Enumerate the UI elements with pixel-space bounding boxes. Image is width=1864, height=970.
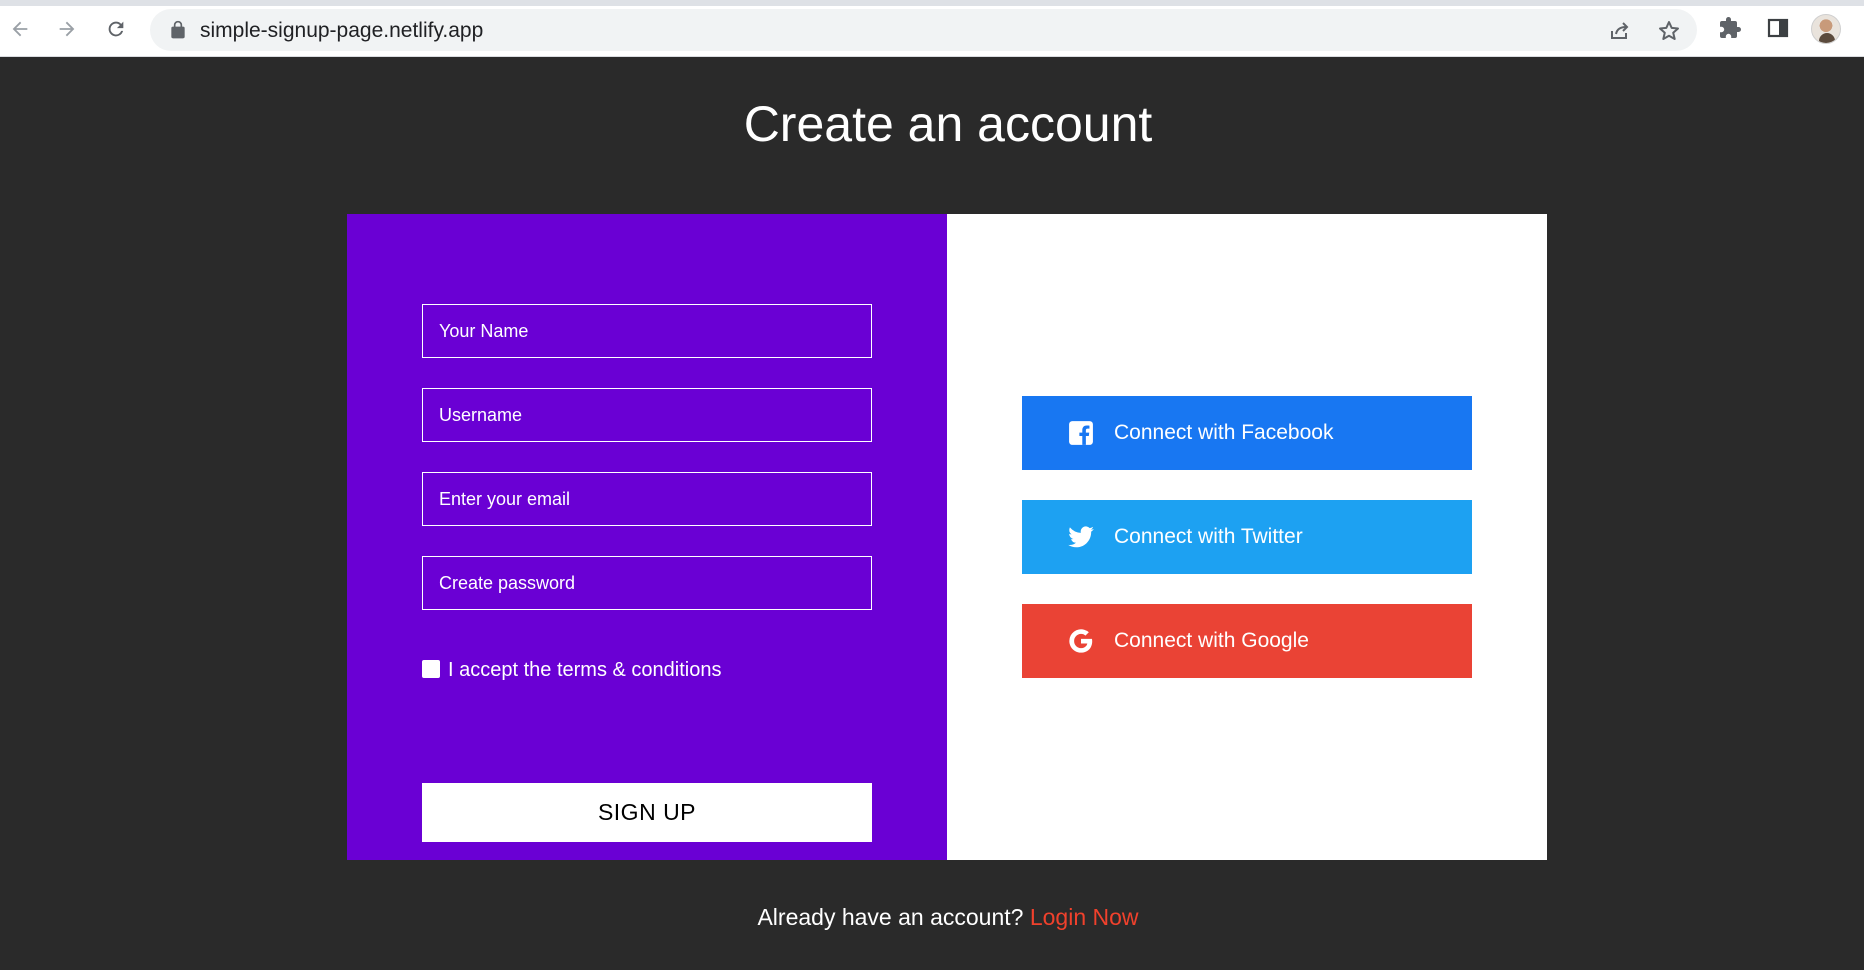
email-input[interactable] — [422, 472, 872, 526]
tab-strip-edge — [0, 0, 1864, 6]
terms-label[interactable]: I accept the terms & conditions — [448, 659, 721, 682]
side-panel-icon — [1767, 18, 1789, 38]
login-question: Already have an account? — [757, 904, 1024, 930]
puzzle-icon — [1720, 17, 1741, 38]
page-title: Create an account — [743, 96, 1153, 152]
bookmark-button[interactable] — [1656, 18, 1682, 44]
terms-checkbox[interactable] — [422, 659, 440, 678]
share-icon — [1611, 22, 1629, 39]
social-login-panel: Connect with Facebook Connect with Twitt… — [947, 214, 1547, 860]
twitter-button-label: Connect with Twitter — [1114, 525, 1303, 548]
side-panel-button[interactable] — [1764, 14, 1792, 42]
reload-button[interactable] — [100, 13, 132, 45]
username-input[interactable] — [422, 388, 872, 442]
facebook-icon — [1066, 418, 1096, 448]
back-arrow-icon — [12, 21, 28, 37]
google-icon — [1066, 626, 1096, 656]
password-input[interactable] — [422, 556, 872, 610]
share-button[interactable] — [1607, 18, 1633, 44]
lock-icon[interactable] — [168, 20, 188, 40]
forward-button[interactable] — [51, 13, 83, 45]
star-icon — [1659, 21, 1679, 40]
reload-icon — [108, 21, 124, 37]
facebook-button[interactable]: Connect with Facebook — [1022, 396, 1472, 470]
back-button[interactable] — [4, 13, 36, 45]
url-text[interactable]: simple-signup-page.netlify.app — [200, 19, 483, 43]
page-body: Create an account I accept the terms & c… — [0, 57, 1864, 970]
signup-form-panel: I accept the terms & conditions SIGN UP — [347, 214, 947, 860]
signup-card: I accept the terms & conditions SIGN UP … — [347, 214, 1547, 860]
login-now-link[interactable]: Login Now — [1030, 904, 1139, 930]
extensions-button[interactable] — [1716, 14, 1744, 42]
facebook-button-label: Connect with Facebook — [1114, 421, 1334, 444]
twitter-icon — [1066, 522, 1096, 552]
browser-toolbar: simple-signup-page.netlify.app — [0, 0, 1864, 57]
name-input[interactable] — [422, 304, 872, 358]
twitter-button[interactable]: Connect with Twitter — [1022, 500, 1472, 574]
forward-arrow-icon — [59, 21, 75, 37]
sign-up-button[interactable]: SIGN UP — [422, 783, 872, 842]
google-button[interactable]: Connect with Google — [1022, 604, 1472, 678]
avatar[interactable] — [1811, 14, 1841, 44]
google-button-label: Connect with Google — [1114, 629, 1309, 652]
address-bar[interactable]: simple-signup-page.netlify.app — [150, 9, 1697, 51]
login-prompt: Already have an account? Login Now — [0, 904, 1864, 931]
terms-row: I accept the terms & conditions — [422, 659, 721, 682]
